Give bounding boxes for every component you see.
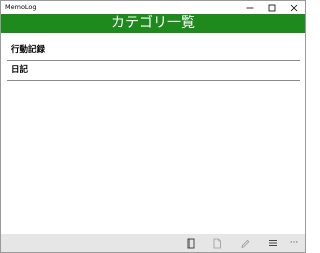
edit-pencil-icon	[241, 239, 250, 248]
category-item-diary[interactable]: 日記	[7, 61, 300, 81]
edit-button[interactable]	[233, 234, 257, 252]
close-icon	[290, 4, 298, 11]
minimize-icon	[246, 7, 254, 8]
title-bar[interactable]: MemoLog	[1, 1, 305, 14]
category-label: 行動記録	[11, 45, 46, 55]
maximize-icon	[268, 4, 276, 11]
minimize-button[interactable]	[239, 1, 261, 14]
app-title: MemoLog	[5, 3, 37, 11]
bottom-app-bar: ···	[1, 234, 305, 252]
page-header: カテゴリ一覧	[1, 14, 305, 33]
book-icon	[187, 238, 195, 248]
list-icon	[269, 240, 277, 246]
category-label: 日記	[11, 65, 29, 75]
list-button[interactable]	[261, 234, 285, 252]
page-title: カテゴリ一覧	[111, 15, 195, 31]
maximize-button[interactable]	[261, 1, 283, 14]
category-list: 行動記録 日記	[7, 41, 300, 81]
page-icon	[213, 238, 221, 248]
page-button[interactable]	[205, 234, 229, 252]
app-window: MemoLog カテゴリ一覧 行動記録 日記 ···	[0, 0, 306, 253]
more-ellipsis-icon: ···	[289, 238, 299, 248]
categories-button[interactable]	[179, 234, 203, 252]
category-item-action-log[interactable]: 行動記録	[7, 41, 300, 61]
more-button[interactable]: ···	[285, 234, 303, 252]
close-button[interactable]	[283, 1, 305, 14]
